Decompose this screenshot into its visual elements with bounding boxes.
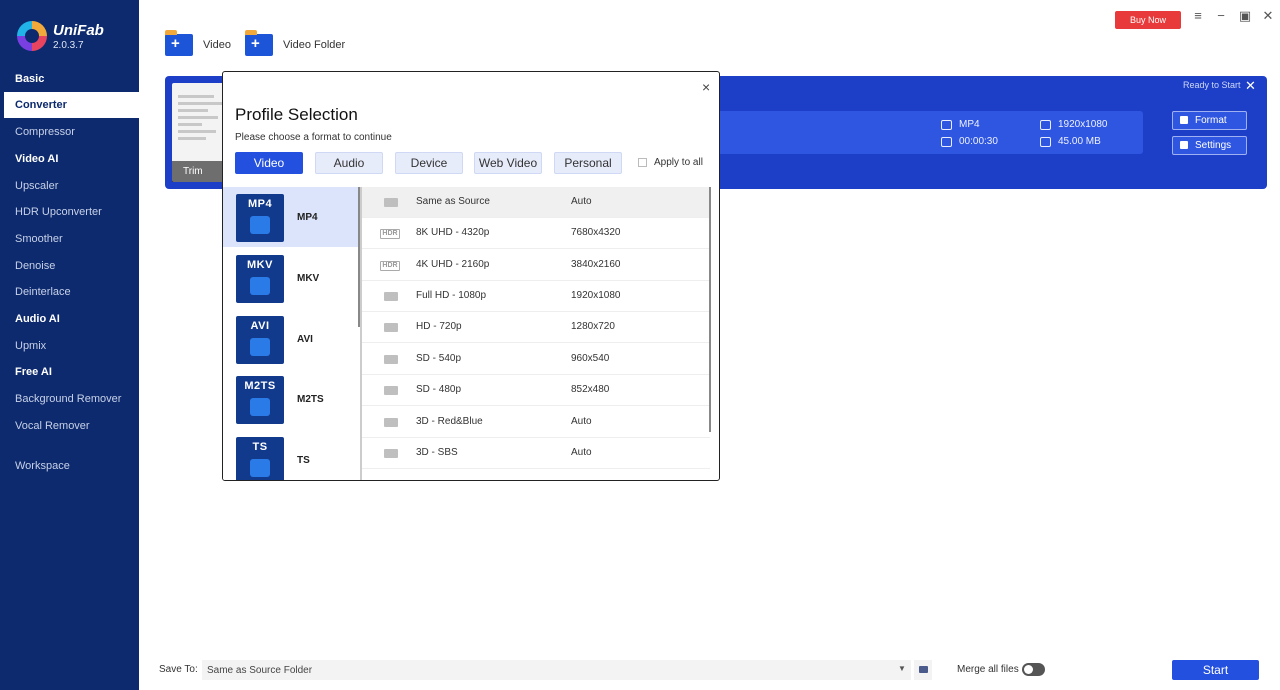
mp4-icon: MP4	[236, 194, 284, 242]
sidebar-item-denoise[interactable]: Denoise	[15, 260, 55, 272]
tab-device[interactable]: Device	[395, 152, 463, 174]
video-file-icon	[941, 119, 952, 130]
merge-files-label: Merge all files	[957, 664, 1019, 675]
output-format: MP4	[941, 119, 980, 130]
resolution-row[interactable]: 3D - Red&Blue Auto	[362, 407, 710, 438]
hdr-icon: HDR	[380, 229, 400, 239]
tab-web-video[interactable]: Web Video	[474, 152, 542, 174]
nav-section-free-ai: Free AI	[15, 366, 52, 378]
sidebar: UniFab 2.0.3.7 Basic Converter Compresso…	[0, 0, 139, 690]
sidebar-item-smoother[interactable]: Smoother	[15, 233, 63, 245]
sidebar-item-hdr-upconverter[interactable]: HDR Upconverter	[15, 206, 102, 218]
sidebar-item-vocal-remover[interactable]: Vocal Remover	[15, 420, 90, 432]
sidebar-item-converter[interactable]: Converter	[4, 92, 139, 118]
add-folder-button[interactable]: Video Folder	[245, 30, 346, 58]
sidebar-item-workspace[interactable]: Workspace	[15, 460, 70, 472]
apply-to-all-checkbox[interactable]: Apply to all	[638, 157, 703, 168]
status-text: Ready to Start	[1183, 80, 1241, 90]
add-folder-icon	[245, 30, 273, 56]
chevron-down-icon[interactable]: ▼	[898, 664, 906, 673]
resolution-row[interactable]: Full HD - 1080p 1920x1080	[362, 281, 710, 312]
resolution-list: Same as Source Auto HDR 8K UHD - 4320p 7…	[360, 187, 710, 480]
remove-task-icon[interactable]: ✕	[1245, 78, 1256, 94]
output-resolution: 1920x1080	[1040, 119, 1108, 130]
buy-now-button[interactable]: Buy Now	[1115, 11, 1181, 29]
tab-audio[interactable]: Audio	[315, 152, 383, 174]
tab-video[interactable]: Video	[235, 152, 303, 174]
add-folder-label: Video Folder	[283, 39, 346, 51]
sidebar-item-upmix[interactable]: Upmix	[15, 340, 46, 352]
format-item-ts[interactable]: TS TS	[223, 430, 358, 480]
resolution-row[interactable]: SD - 540p 960x540	[362, 344, 710, 375]
add-video-button[interactable]: Video	[165, 30, 231, 58]
mkv-icon: MKV	[236, 255, 284, 303]
nav-section-basic: Basic	[15, 73, 45, 85]
format-list: MP4 MP4 MKV MKV AVI AVI M2TS M2TS TS TS	[223, 187, 360, 480]
resolution-row[interactable]: 3D - SBS Auto	[362, 438, 710, 469]
clock-icon	[941, 136, 952, 147]
profile-selection-dialog: × Profile Selection Please choose a form…	[222, 71, 720, 481]
avi-icon: AVI	[236, 316, 284, 364]
start-button[interactable]: Start	[1172, 660, 1259, 680]
video-camera-icon	[384, 418, 398, 427]
video-camera-icon	[384, 292, 398, 301]
format-item-m2ts[interactable]: M2TS M2TS	[223, 369, 358, 429]
dialog-subtitle: Please choose a format to continue	[235, 132, 392, 143]
resolution-list-scrollbar[interactable]	[709, 187, 711, 432]
format-item-mp4[interactable]: MP4 MP4	[223, 187, 358, 247]
resolution-row[interactable]: HDR 8K UHD - 4320p 7680x4320	[362, 218, 710, 249]
save-to-label: Save To:	[159, 664, 198, 675]
restore-icon[interactable]: ▣	[1237, 8, 1253, 24]
minimize-icon[interactable]: −	[1213, 8, 1229, 24]
video-camera-icon	[384, 355, 398, 364]
app-name: UniFab	[53, 22, 104, 39]
apply-to-all-label: Apply to all	[654, 157, 703, 168]
checkbox-box	[638, 158, 647, 167]
resolution-row[interactable]: Same as Source Auto	[362, 187, 710, 218]
nav-section-audio-ai: Audio AI	[15, 313, 60, 325]
format-item-avi[interactable]: AVI AVI	[223, 309, 358, 369]
settings-button[interactable]: Settings	[1172, 136, 1247, 155]
video-camera-icon	[384, 323, 398, 332]
sidebar-item-deinterlace[interactable]: Deinterlace	[15, 286, 71, 298]
sidebar-item-upscaler[interactable]: Upscaler	[15, 180, 58, 192]
sidebar-item-background-remover[interactable]: Background Remover	[15, 393, 121, 405]
file-size-icon	[1040, 136, 1051, 147]
ts-icon: TS	[236, 437, 284, 480]
browse-folder-icon[interactable]	[914, 660, 932, 680]
resolution-icon	[1040, 119, 1051, 130]
video-camera-icon	[384, 198, 398, 207]
save-path-input[interactable]	[202, 660, 911, 680]
dialog-title: Profile Selection	[235, 105, 358, 124]
hdr-icon: HDR	[380, 261, 400, 271]
m2ts-icon: M2TS	[236, 376, 284, 424]
menu-icon[interactable]: ≡	[1190, 8, 1206, 24]
merge-files-toggle[interactable]	[1022, 663, 1045, 676]
close-window-icon[interactable]: ✕	[1260, 8, 1276, 24]
resolution-row[interactable]: HD - 720p 1280x720	[362, 312, 710, 343]
nav-section-video-ai: Video AI	[15, 153, 59, 165]
video-camera-icon	[384, 449, 398, 458]
close-dialog-icon[interactable]: ×	[702, 79, 710, 95]
output-duration: 00:00:30	[941, 136, 998, 147]
resolution-row[interactable]: HDR 4K UHD - 2160p 3840x2160	[362, 250, 710, 281]
app-version: 2.0.3.7	[53, 40, 84, 51]
app-logo-icon	[17, 21, 47, 51]
sidebar-item-compressor[interactable]: Compressor	[15, 126, 75, 138]
video-camera-icon	[384, 386, 398, 395]
add-video-label: Video	[203, 39, 231, 51]
output-info-panel	[715, 111, 1143, 154]
format-button[interactable]: Format	[1172, 111, 1247, 130]
resolution-row[interactable]: SD - 480p 852x480	[362, 375, 710, 406]
output-size: 45.00 MB	[1040, 136, 1101, 147]
format-item-mkv[interactable]: MKV MKV	[223, 248, 358, 308]
tab-personal[interactable]: Personal	[554, 152, 622, 174]
sidebar-item-label: Converter	[15, 99, 67, 111]
add-video-icon	[165, 30, 193, 56]
